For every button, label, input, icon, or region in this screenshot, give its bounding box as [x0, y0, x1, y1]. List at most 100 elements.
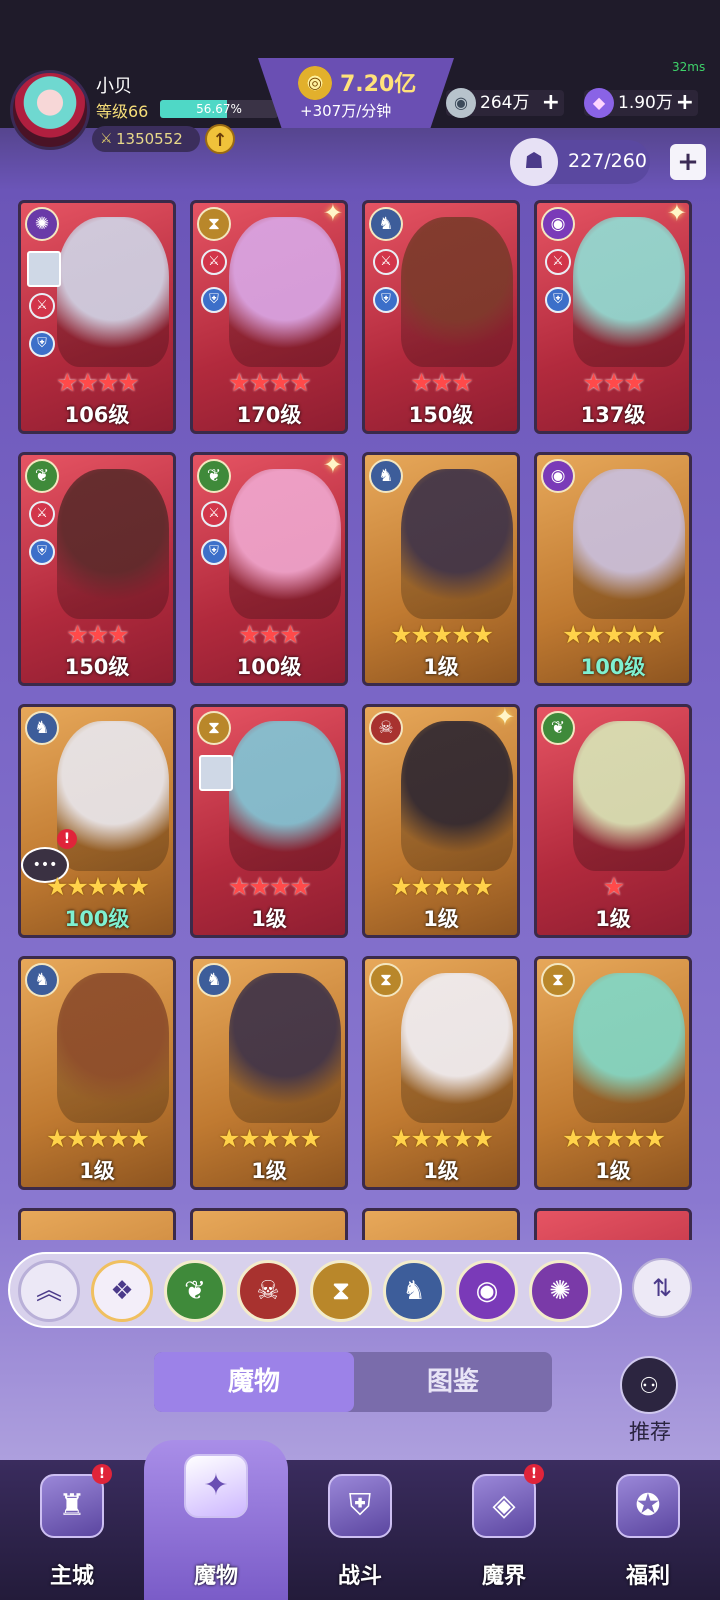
- dragon-element-icon: ♞: [197, 963, 231, 997]
- team-icon: ⚇: [639, 1374, 659, 1399]
- monster-card[interactable]: ♞ ⚔ ⛨ ★★★ 150级: [362, 200, 520, 434]
- avatar[interactable]: [10, 70, 90, 150]
- monster-card[interactable]: ⧗ ★★★★★ 1级: [362, 956, 520, 1190]
- monster-card[interactable]: ⧗ ⚔ ⛨ ✦ ★★★★ 170级: [190, 200, 348, 434]
- monster-card[interactable]: [362, 1208, 520, 1240]
- nav-item-0[interactable]: ♜! 主城: [0, 1460, 144, 1600]
- monster-card[interactable]: [534, 1208, 692, 1240]
- monster-level: 100级: [64, 907, 130, 931]
- fire-element-icon: ✺: [25, 207, 59, 241]
- sparkle-icon: ✦: [494, 704, 515, 731]
- monster-card[interactable]: ◉ ★★★★★ 100级: [534, 452, 692, 686]
- star-rating: ★★★★★: [45, 872, 150, 901]
- monster-card[interactable]: ❦ ⚔ ⛨ ★★★ 150级: [18, 452, 176, 686]
- hourglass-element-icon: ⧗: [369, 963, 403, 997]
- alert-icon: !: [57, 829, 77, 849]
- hourglass-filter-icon[interactable]: ⧗: [310, 1260, 372, 1322]
- tab-monsters[interactable]: 魔物: [154, 1352, 354, 1412]
- nav-item-1[interactable]: ✦ 魔物: [144, 1440, 288, 1600]
- monster-card[interactable]: ⧗ ★★★★★ 1级: [534, 956, 692, 1190]
- monster-card[interactable]: ❦ ⚔ ⛨ ✦ ★★★ 100级: [190, 452, 348, 686]
- monster-portrait: [229, 721, 341, 871]
- capacity-text: 227/260: [568, 150, 647, 172]
- hourglass-element-icon: ⧗: [197, 711, 231, 745]
- eye-filter-icon[interactable]: ◉: [456, 1260, 518, 1322]
- star-rating: ★: [602, 872, 625, 901]
- eye-element-icon: ◉: [541, 459, 575, 493]
- power-value: 1350552: [116, 130, 183, 148]
- monster-portrait: [573, 217, 685, 367]
- fire-filter-icon[interactable]: ✺: [529, 1260, 591, 1322]
- gold-rate: +307万/分钟: [300, 102, 392, 120]
- sword-badge-icon: ⚔: [373, 249, 399, 275]
- monster-card[interactable]: [190, 1208, 348, 1240]
- monster-portrait: [573, 469, 685, 619]
- demon-filter-icon[interactable]: ☠: [237, 1260, 299, 1322]
- upgrade-button[interactable]: ↑: [205, 124, 235, 154]
- xp-bar: 56.67%: [160, 100, 278, 118]
- xp-text: 56.67%: [196, 102, 242, 116]
- shield-badge-icon: ⛨: [373, 287, 399, 313]
- ping-indicator: 32ms: [672, 60, 706, 74]
- leaf-filter-icon[interactable]: ❦: [164, 1260, 226, 1322]
- monster-level: 1级: [423, 655, 459, 679]
- nav-item-3[interactable]: ◈! 魔界: [432, 1460, 576, 1600]
- dragon-filter-icon[interactable]: ♞: [383, 1260, 445, 1322]
- collapse-icon[interactable]: ︽: [18, 1260, 80, 1322]
- monster-card[interactable]: ☠ ✦ ★★★★★ 1级: [362, 704, 520, 938]
- star-rating: ★★★★★: [561, 1124, 666, 1153]
- hourglass-element-icon: ⧗: [197, 207, 231, 241]
- monster-portrait: [229, 469, 341, 619]
- portal-icon: ◈: [472, 1474, 536, 1538]
- eye-element-icon: ◉: [541, 207, 575, 241]
- tab-codex[interactable]: 图鉴: [354, 1352, 552, 1412]
- monster-portrait: [573, 973, 685, 1123]
- monster-level: 1级: [595, 1159, 631, 1183]
- dragon-element-icon: ♞: [25, 963, 59, 997]
- resource-crystal-value: 264万: [480, 93, 530, 113]
- expand-capacity-button[interactable]: +: [670, 144, 706, 180]
- nav-label: 魔物: [193, 1564, 238, 1589]
- nav-item-4[interactable]: ✪ 福利: [576, 1460, 720, 1600]
- monster-card[interactable]: ⧗ ★★★★ 1级: [190, 704, 348, 938]
- star-rating: ★★★: [66, 620, 129, 649]
- monster-card[interactable]: ♞ ★★★★★ 1级: [362, 452, 520, 686]
- monster-card[interactable]: [18, 1208, 176, 1240]
- monster-card[interactable]: ◉ ⚔ ⛨ ✦ ★★★ 137级: [534, 200, 692, 434]
- monster-card[interactable]: ♞ ★★★★★ 1级: [18, 956, 176, 1190]
- star-rating: ★★★★: [228, 872, 312, 901]
- shield-sword-icon: ⛨: [328, 1474, 392, 1538]
- monster-portrait: [573, 721, 685, 871]
- sword-badge-icon: ⚔: [29, 293, 55, 319]
- dragon-element-icon: ♞: [369, 207, 403, 241]
- add-crystal-button[interactable]: +: [542, 90, 560, 116]
- monster-portrait: [401, 469, 513, 619]
- leaf-element-icon: ❦: [541, 711, 575, 745]
- all-elements-icon[interactable]: ❖: [91, 1260, 153, 1322]
- sparkle-icon: ✦: [666, 200, 687, 227]
- monster-card[interactable]: ♞ •••! ★★★★★ 100级: [18, 704, 176, 938]
- monster-card[interactable]: ✺ ⚔ ⛨ ★★★★ 106级: [18, 200, 176, 434]
- monster-card[interactable]: ♞ ★★★★★ 1级: [190, 956, 348, 1190]
- sword-icon: ⚔: [100, 131, 113, 147]
- recommend-button[interactable]: ⚇: [620, 1356, 678, 1414]
- nav-label: 魔界: [481, 1564, 526, 1589]
- chest-icon: ✪: [616, 1474, 680, 1538]
- alert-icon: !: [524, 1464, 544, 1484]
- shield-badge-icon: ⛨: [201, 539, 227, 565]
- sort-button[interactable]: ⇅: [632, 1258, 692, 1318]
- dragon-element-icon: ♞: [369, 459, 403, 493]
- monster-grid[interactable]: ✺ ⚔ ⛨ ★★★★ 106级 ⧗ ⚔ ⛨ ✦ ★★★★ 170级 ♞ ⚔ ⛨ ★★★ 150级 ◉ ⚔ ⛨ ✦ ★★★…: [14, 198, 710, 1240]
- alert-icon: !: [92, 1464, 112, 1484]
- leaf-element-icon: ❦: [25, 459, 59, 493]
- monster-level: 1级: [251, 907, 287, 931]
- nav-item-2[interactable]: ⛨ 战斗: [288, 1460, 432, 1600]
- monster-card[interactable]: ❦ ★ 1级: [534, 704, 692, 938]
- add-gem-button[interactable]: +: [676, 90, 694, 116]
- monster-portrait: [401, 973, 513, 1123]
- monster-portrait: [57, 973, 169, 1123]
- monster-portrait: [57, 721, 169, 871]
- monster-level: 100级: [236, 655, 302, 679]
- leaf-element-icon: ❦: [197, 459, 231, 493]
- monster-level: 150级: [408, 403, 474, 427]
